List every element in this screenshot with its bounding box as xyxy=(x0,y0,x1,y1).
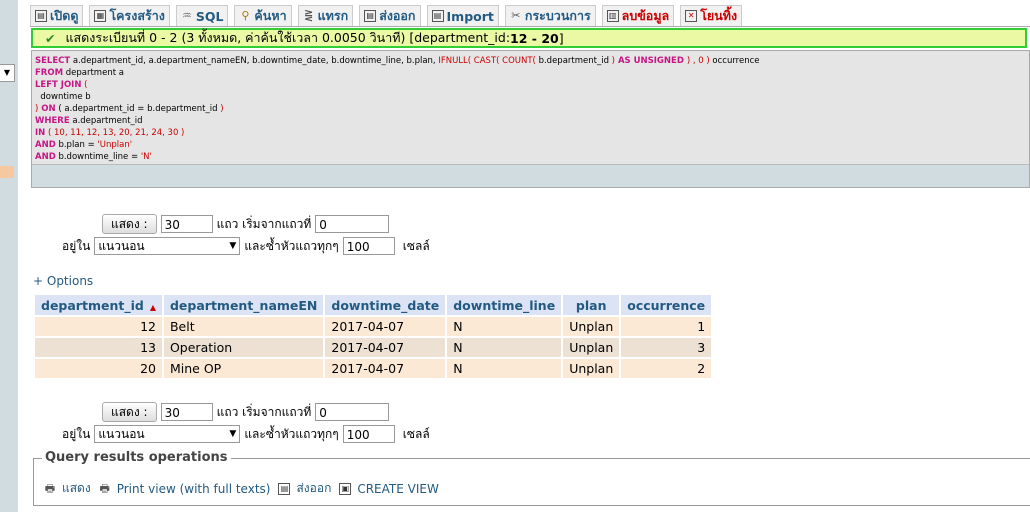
view-icon: ▣ xyxy=(339,482,352,495)
cell: 12 xyxy=(35,317,162,336)
cell: 3 xyxy=(621,338,712,357)
tab-empty[interactable]: ▥ ลบข้อมูล xyxy=(601,5,675,26)
table-row[interactable]: 12 Belt 2017-04-07 N Unplan 1 xyxy=(35,317,712,336)
tab-import[interactable]: ▤ Import xyxy=(426,5,499,26)
sql-query-box: SELECT a.department_id, a.department_nam… xyxy=(31,50,1030,188)
column-header[interactable]: occurrence xyxy=(621,295,712,315)
chevron-down-icon: ▼ xyxy=(229,241,237,251)
cell: Unplan xyxy=(563,317,620,336)
table-tabs: ▤ เปิดดู ▦ โครงสร้าง ♒ SQL ⚲ ค้นหา ⋛ แทรก ▤ ส่… xyxy=(30,4,1030,27)
cell: Unplan xyxy=(563,338,620,357)
tab-insert[interactable]: ⋛ แทรก xyxy=(297,5,354,26)
export-icon: ▤ xyxy=(364,10,377,22)
start-row-input[interactable]: 0 xyxy=(315,403,390,421)
column-header[interactable]: department_id ▲ xyxy=(35,295,162,315)
chevron-down-icon: ▼ xyxy=(229,429,237,439)
mode-select[interactable]: แนวนอน ▼ xyxy=(94,237,241,255)
navigation-bottom: แสดง : 30 แถว เริ่มจากแถวที่ 0 อยู่ใน แน… xyxy=(62,401,430,445)
print-full-link[interactable]: 🖶 Print view (with full texts) xyxy=(99,482,271,496)
cell: N xyxy=(447,359,562,378)
tab-search[interactable]: ⚲ ค้นหา xyxy=(234,5,292,26)
column-header[interactable]: plan xyxy=(563,295,620,315)
print-icon: 🖶 xyxy=(44,481,56,495)
search-icon: ⚲ xyxy=(241,9,250,22)
sql-box-toolbar xyxy=(32,164,1029,187)
sql-icon: ♒ xyxy=(181,9,192,22)
tab-export[interactable]: ▤ ส่งออก xyxy=(359,5,421,26)
export-link[interactable]: ▤ ส่งออก xyxy=(278,479,331,498)
empty-icon: ▥ xyxy=(606,10,619,22)
structure-icon: ▦ xyxy=(94,10,107,22)
cell: Operation xyxy=(163,338,324,357)
sort-asc-icon: ▲ xyxy=(149,302,156,312)
operations-icon: ✂ xyxy=(511,9,521,22)
tab-structure[interactable]: ▦ โครงสร้าง xyxy=(89,5,170,26)
navigation-top: แสดง : 30 แถว เริ่มจากแถวที่ 0 อยู่ใน แน… xyxy=(62,213,430,257)
insert-icon: ⋛ xyxy=(303,9,314,22)
query-results-operations: Query results operations 🖶 แสดง 🖶 Print vi… xyxy=(33,450,1030,506)
options-link[interactable]: + Options xyxy=(33,274,93,288)
nav-highlight-marker xyxy=(0,166,14,178)
column-header[interactable]: downtime_line xyxy=(447,295,562,315)
sql-code: SELECT a.department_id, a.department_nam… xyxy=(35,56,760,162)
cell: 13 xyxy=(35,338,162,357)
start-row-input[interactable]: 0 xyxy=(315,215,390,233)
export-icon: ▤ xyxy=(278,482,291,495)
cell: 20 xyxy=(35,359,162,378)
cell: N xyxy=(447,317,562,336)
cell: 2 xyxy=(621,359,712,378)
import-icon: ▤ xyxy=(431,10,444,22)
column-header[interactable]: department_nameEN xyxy=(163,295,324,315)
qro-legend: Query results operations xyxy=(42,450,231,465)
table-header-row: department_id ▲ department_nameEN downtim… xyxy=(35,295,712,315)
browse-icon: ▤ xyxy=(35,10,47,22)
cell: 2017-04-07 xyxy=(325,359,446,378)
cell: Unplan xyxy=(563,359,620,378)
results-table: department_id ▲ department_nameEN downtim… xyxy=(33,293,713,380)
cell: 2017-04-07 xyxy=(325,338,446,357)
tab-browse[interactable]: ▤ เปิดดู xyxy=(30,5,84,26)
tab-drop[interactable]: ✕ โยนทิ้ง xyxy=(680,5,743,26)
repeat-header-input[interactable]: 100 xyxy=(342,237,395,255)
print-full-icon: 🖶 xyxy=(99,481,110,495)
rows-input[interactable]: 30 xyxy=(160,215,213,233)
print-link[interactable]: 🖶 แสดง xyxy=(44,479,91,498)
success-text: แสดงระเบียนที่ 0 - 2 (3 ทั้งหมด, ค่าค้นใ… xyxy=(65,30,511,45)
table-row[interactable]: 13 Operation 2017-04-07 N Unplan 3 xyxy=(35,338,712,357)
cell: Belt xyxy=(163,317,324,336)
repeat-header-input[interactable]: 100 xyxy=(342,425,395,443)
table-row[interactable]: 20 Mine OP 2017-04-07 N Unplan 2 xyxy=(35,359,712,378)
db-select-dropdown[interactable]: ▼ xyxy=(0,64,15,82)
drop-icon: ✕ xyxy=(685,10,698,22)
cell: 2017-04-07 xyxy=(325,317,446,336)
cell: 1 xyxy=(621,317,712,336)
column-header[interactable]: downtime_date xyxy=(325,295,446,315)
show-button[interactable]: แสดง : xyxy=(102,402,157,422)
success-message: ✔ แสดงระเบียนที่ 0 - 2 (3 ทั้งหมด, ค่าค้… xyxy=(31,28,1027,48)
show-button[interactable]: แสดง : xyxy=(102,214,157,234)
mode-select[interactable]: แนวนอน ▼ xyxy=(94,425,241,443)
success-range: 12 - 20 xyxy=(510,30,559,46)
cell: Mine OP xyxy=(163,359,324,378)
tab-sql[interactable]: ♒ SQL xyxy=(175,5,229,26)
check-icon: ✔ xyxy=(45,30,56,46)
rows-input[interactable]: 30 xyxy=(160,403,213,421)
cell: N xyxy=(447,338,562,357)
tab-operations[interactable]: ✂ กระบวนการ xyxy=(504,5,596,26)
create-view-link[interactable]: ▣ CREATE VIEW xyxy=(339,482,439,496)
